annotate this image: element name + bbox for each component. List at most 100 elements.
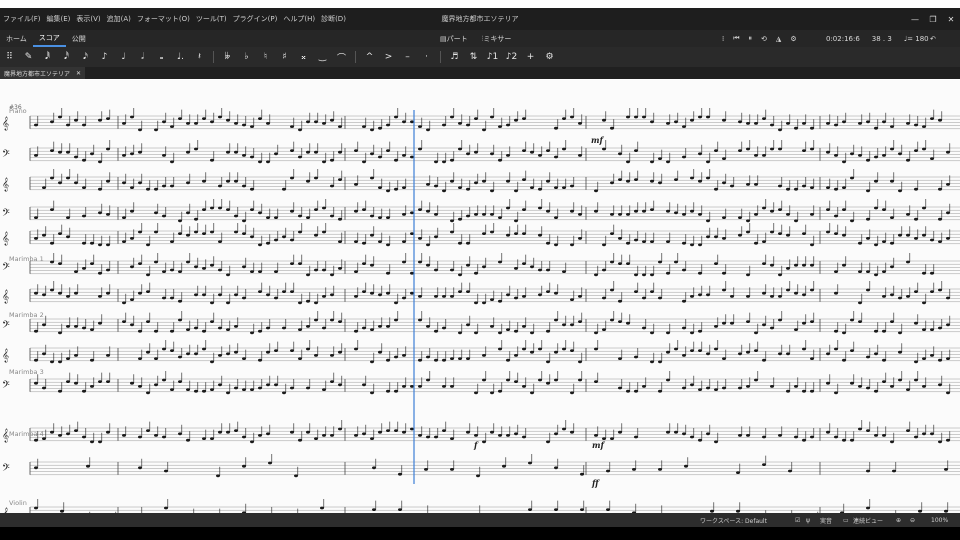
note-input-pencil-icon[interactable]: ✎: [21, 49, 37, 65]
notehead: [946, 438, 950, 442]
customize-toolbar-gear-icon[interactable]: ⚙: [542, 49, 558, 65]
zoom-level[interactable]: 100%: [931, 513, 948, 527]
notehead: [34, 123, 38, 127]
dynamic-marking: mf: [591, 135, 604, 145]
voice-2-icon[interactable]: ♪2: [504, 49, 520, 65]
slur-icon[interactable]: ⌒: [334, 49, 350, 65]
menu-view[interactable]: 表示(V): [73, 14, 103, 24]
double-flat-icon[interactable]: 𝄫: [220, 49, 236, 65]
view-mode-select[interactable]: 連続ビュー: [853, 513, 883, 527]
sharp-icon[interactable]: ♯: [277, 49, 293, 65]
flip-direction-icon[interactable]: ⇅: [466, 49, 482, 65]
zoom-in-icon[interactable]: ⊕: [896, 513, 901, 527]
notehead: [290, 262, 294, 265]
document-tab[interactable]: 魔界地方都市エソテリア ✕: [0, 67, 86, 79]
notehead: [874, 179, 878, 183]
concert-pitch-label[interactable]: 実音: [820, 513, 832, 527]
notehead: [290, 349, 294, 352]
double-sharp-icon[interactable]: 𝄪: [296, 49, 312, 65]
loop-icon[interactable]: ⟲: [761, 35, 767, 43]
notehead: [354, 270, 358, 273]
flat-icon[interactable]: ♭: [239, 49, 255, 65]
duration-quarter-icon[interactable]: ♩: [116, 49, 132, 65]
notehead: [322, 268, 326, 272]
marcato-icon[interactable]: ^: [362, 49, 378, 65]
concert-pitch-checkbox-icon[interactable]: ☑: [795, 513, 800, 527]
duration-64th-icon[interactable]: 𝅘𝅥𝅱: [40, 49, 56, 65]
accent-icon[interactable]: >: [381, 49, 397, 65]
notehead: [914, 321, 918, 325]
notehead: [154, 211, 158, 215]
drag-handle-icon[interactable]: ⠿: [2, 49, 18, 65]
duration-16th-icon[interactable]: 𝅘𝅥𝅯: [78, 49, 94, 65]
mixer-button[interactable]: ⫶ ミキサー: [482, 34, 512, 44]
tenuto-icon[interactable]: –: [400, 49, 416, 65]
notehead: [906, 122, 910, 125]
notehead: [154, 230, 158, 234]
notehead: [594, 347, 598, 351]
menu-diagnostic[interactable]: 診断(D): [318, 14, 349, 24]
playback-settings-gear-icon[interactable]: ⚙: [790, 35, 796, 43]
tie-icon[interactable]: ‿: [315, 49, 331, 65]
notehead: [842, 160, 846, 164]
parts-button[interactable]: ▤ パート: [440, 34, 468, 44]
notehead: [130, 237, 134, 240]
notehead: [866, 158, 870, 162]
notehead: [282, 391, 286, 395]
notehead: [458, 147, 462, 151]
augmentation-dot-icon[interactable]: ♩.: [173, 49, 189, 65]
score-canvas[interactable]: #36 𝄞𝄢𝄞𝄢𝄞𝄢𝄞𝄢𝄞𝄢𝄞𝄢𝄞PianoMarimba 1Marimba 2…: [0, 80, 960, 513]
notehead: [130, 209, 134, 213]
rewind-icon[interactable]: ⏮: [733, 34, 739, 43]
voice-1-icon[interactable]: ♪1: [485, 49, 501, 65]
notehead: [234, 386, 238, 390]
duration-8th-icon[interactable]: ♪: [97, 49, 113, 65]
notehead: [394, 115, 398, 119]
menu-file[interactable]: ファイル(F): [0, 14, 44, 24]
workspace-label[interactable]: ワークスペース: Default: [700, 513, 767, 527]
notehead: [250, 155, 254, 159]
notehead: [650, 160, 654, 164]
notehead: [866, 386, 870, 390]
notehead: [562, 427, 566, 431]
menu-add[interactable]: 追加(A): [104, 14, 134, 24]
notehead: [514, 219, 518, 223]
menu-format[interactable]: フォーマット(O): [134, 14, 193, 24]
menu-tools[interactable]: ツール(T): [193, 14, 230, 24]
notehead: [834, 329, 838, 333]
duration-half-icon[interactable]: 𝅗𝅥: [135, 49, 151, 65]
duration-32nd-icon[interactable]: 𝅘𝅥𝅰: [59, 49, 75, 65]
notehead: [298, 357, 302, 360]
notehead: [290, 238, 294, 242]
tuplet-icon[interactable]: ♬: [447, 49, 463, 65]
staccato-icon[interactable]: ·: [419, 49, 435, 65]
score-view[interactable]: #36 𝄞𝄢𝄞𝄢𝄞𝄢𝄞𝄢𝄞𝄢𝄞𝄢𝄞PianoMarimba 1Marimba 2…: [0, 80, 960, 513]
duration-whole-icon[interactable]: 𝅝: [154, 49, 170, 65]
menu-plugins[interactable]: プラグイン(P): [230, 14, 281, 24]
notehead: [202, 117, 206, 120]
notehead: [762, 435, 766, 439]
notehead: [178, 299, 182, 303]
notehead: [482, 354, 486, 357]
close-window-icon[interactable]: ✕: [940, 8, 960, 30]
tab-publish[interactable]: 公開: [66, 30, 92, 47]
notehead: [210, 360, 214, 364]
notehead: [498, 216, 502, 220]
natural-icon[interactable]: ♮: [258, 49, 274, 65]
tab-home[interactable]: ホーム: [0, 30, 33, 47]
zoom-out-icon[interactable]: ⊖: [910, 513, 915, 527]
notehead: [834, 435, 838, 439]
undo-icon[interactable]: ↶: [930, 35, 936, 43]
notehead: [354, 240, 358, 244]
menu-dots-icon[interactable]: ⁞: [722, 35, 724, 43]
tab-score[interactable]: スコア: [32, 30, 66, 47]
add-icon[interactable]: +: [523, 49, 539, 65]
notehead: [426, 183, 430, 186]
menu-edit[interactable]: 編集(E): [44, 14, 74, 24]
menu-help[interactable]: ヘルプ(H): [280, 14, 318, 24]
metronome-icon[interactable]: ◮: [776, 35, 781, 43]
rest-icon[interactable]: 𝄽: [192, 49, 208, 65]
close-tab-icon[interactable]: ✕: [76, 70, 81, 77]
play-pause-icon[interactable]: ⏸: [749, 34, 753, 43]
notehead: [338, 350, 342, 354]
